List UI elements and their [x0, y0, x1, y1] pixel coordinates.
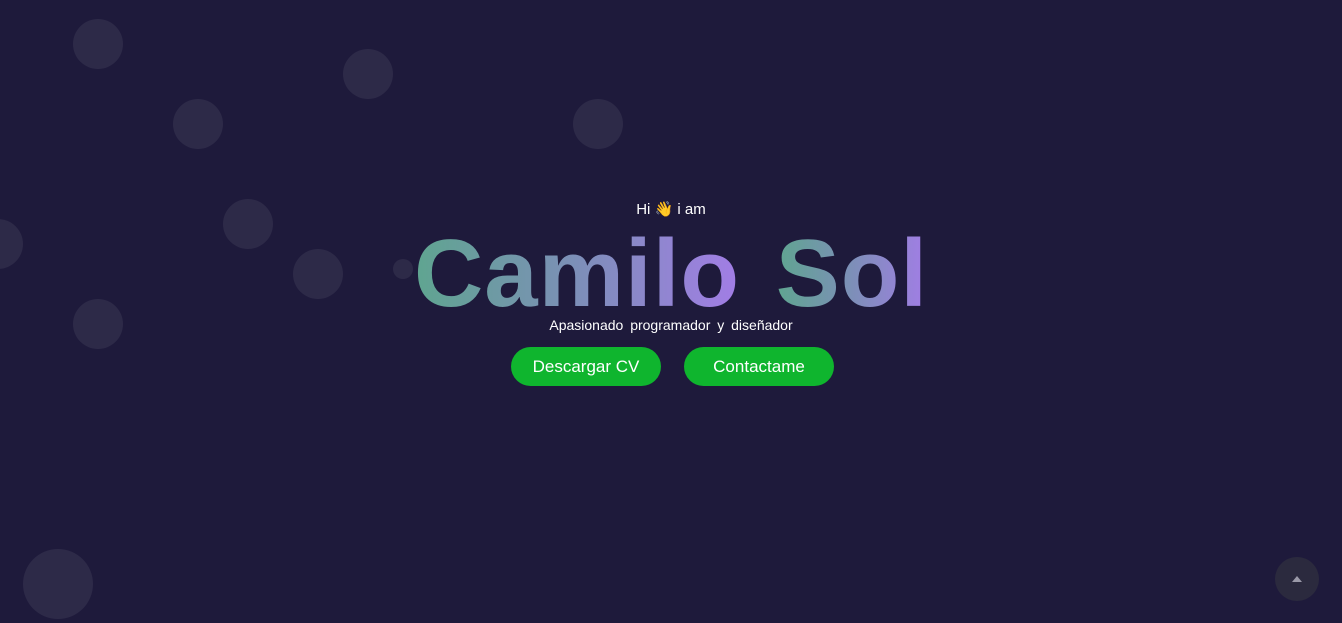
- greeting-prefix: Hi: [636, 201, 651, 218]
- contact-button[interactable]: Contactame: [684, 347, 834, 386]
- triangle-up-icon: [1292, 576, 1302, 582]
- greeting-suffix: i am: [677, 201, 706, 218]
- first-name: Camilo: [413, 220, 741, 327]
- greeting-text: Hi 👋 i am: [0, 200, 1342, 220]
- hero-name: Camilo Sol: [0, 222, 1342, 326]
- portfolio-page: Hi 👋 i am Camilo Sol Apasionado programa…: [0, 0, 1342, 623]
- last-name: Sol: [775, 220, 929, 327]
- tagline: Apasionado programador y diseñador: [549, 317, 793, 333]
- scroll-to-top-button[interactable]: [1275, 557, 1319, 601]
- waving-hand-icon: 👋: [654, 201, 674, 218]
- download-cv-button[interactable]: Descargar CV: [511, 347, 661, 386]
- hero-section: Hi 👋 i am Camilo Sol Apasionado programa…: [0, 0, 1342, 623]
- hero-actions: Descargar CV Contactame: [511, 347, 834, 386]
